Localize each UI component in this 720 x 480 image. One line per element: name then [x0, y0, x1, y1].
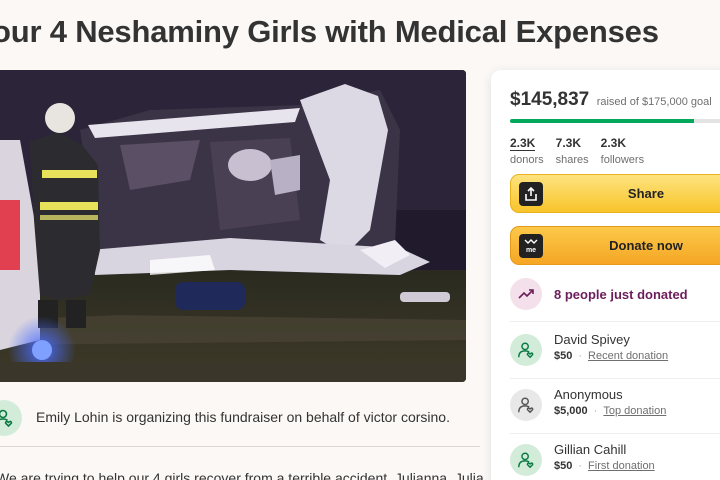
donor-name: Gillian Cahill — [554, 442, 627, 457]
donation-item: Anonymous $5,000 · Top donation — [510, 385, 720, 425]
donation-type-link[interactable]: First donation — [588, 460, 655, 472]
organizer-info: Emily Lohin is organizing this fundraise… — [0, 398, 480, 438]
donation-card: $145,837 raised of $175,000 goal 2.3K do… — [491, 70, 720, 480]
donation-item: David Spivey $50 · Recent donation — [510, 330, 720, 370]
raised-summary: $145,837 raised of $175,000 goal — [510, 89, 712, 111]
stat-followers: 2.3K followers — [600, 134, 645, 167]
separator — [510, 321, 720, 322]
donation-meta: $5,000 · Top donation — [554, 405, 666, 417]
person-heart-icon — [518, 342, 534, 359]
recent-activity: 8 people just donated — [510, 278, 720, 310]
separator-dot: · — [593, 405, 598, 417]
story-text: We are trying to help our 4 girls recove… — [0, 470, 484, 480]
trending-up-icon — [510, 278, 542, 310]
donation-type-link[interactable]: Recent donation — [588, 350, 668, 362]
separator-dot: · — [578, 460, 583, 472]
donation-amount: $5,000 — [554, 405, 588, 417]
donation-amount: $50 — [554, 460, 573, 472]
donor-avatar — [510, 334, 542, 366]
donate-button-label: Donate now — [609, 238, 683, 253]
donation-item: Gillian Cahill $50 · First donation — [510, 440, 720, 480]
person-heart-icon — [518, 397, 534, 414]
donor-name: David Spivey — [554, 332, 630, 347]
stat-label: shares — [555, 154, 589, 166]
stat-value: 7.3K — [555, 136, 581, 150]
raised-amount: $145,837 — [510, 89, 590, 110]
donation-amount: $50 — [554, 350, 573, 362]
stat-label: donors — [510, 154, 544, 166]
donor-avatar — [510, 444, 542, 476]
person-heart-icon — [0, 409, 13, 428]
progress-bar — [510, 119, 720, 123]
separator — [510, 378, 720, 379]
section-divider — [0, 446, 480, 447]
share-button-label: Share — [627, 186, 665, 201]
person-heart-icon — [518, 452, 534, 469]
stat-value: 2.3K — [600, 136, 627, 150]
separator-dot: · — [578, 350, 583, 362]
stat-value: 2.3K — [510, 136, 536, 151]
campaign-title: our 4 Neshaminy Girls with Medical Expen… — [0, 14, 659, 49]
donation-meta: $50 · Recent donation — [554, 350, 668, 362]
organizer-avatar — [0, 400, 22, 436]
progress-fill — [510, 119, 695, 123]
goal-text: raised of $175,000 goal — [596, 96, 712, 108]
separator — [510, 433, 720, 434]
stats-row: 2.3K donors 7.3K shares 2.3K followers — [510, 134, 656, 166]
stat-shares: 7.3K shares — [555, 134, 589, 167]
donor-avatar — [510, 389, 542, 421]
stat-label: followers — [600, 154, 645, 166]
donate-now-button[interactable]: me Donate now — [510, 226, 720, 265]
recent-activity-text: 8 people just donated — [554, 286, 688, 302]
donation-meta: $50 · First donation — [554, 460, 655, 472]
campaign-hero-image[interactable] — [0, 70, 466, 382]
organizer-text: Emily Lohin is organizing this fundraise… — [36, 409, 450, 425]
stat-donors[interactable]: 2.3K donors — [510, 134, 544, 166]
share-button[interactable]: Share — [510, 174, 720, 213]
donor-name: Anonymous — [554, 387, 623, 402]
donation-type-link[interactable]: Top donation — [603, 405, 666, 417]
